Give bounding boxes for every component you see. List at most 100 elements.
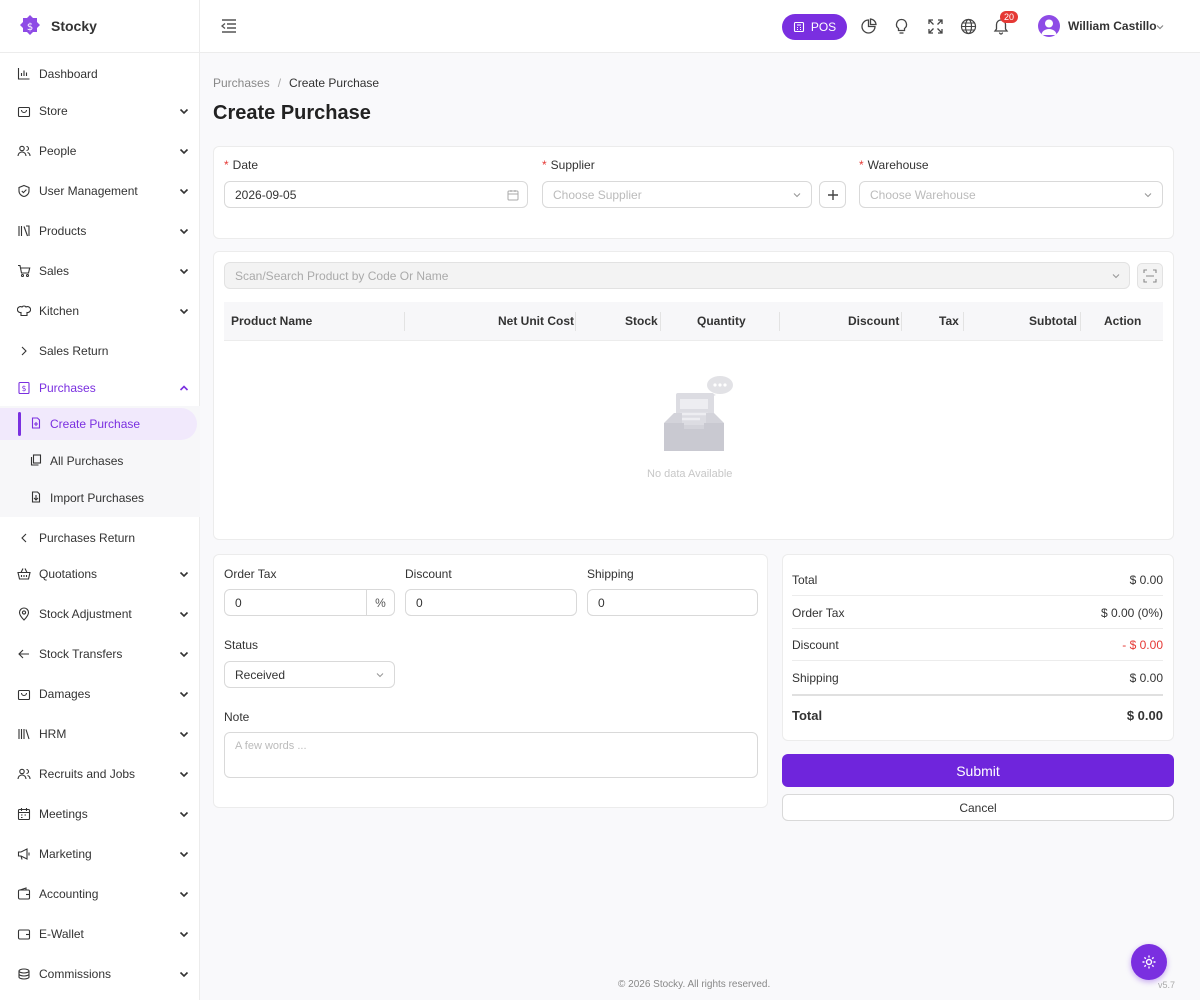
sidebar-item-label: Purchases (39, 381, 96, 395)
file-import-icon (30, 490, 42, 506)
supplier-placeholder: Choose Supplier (553, 187, 642, 202)
footer-copyright: © 2026 Stocky. All rights reserved. (618, 979, 771, 990)
damage-bag-icon (17, 687, 31, 701)
discount-input[interactable]: 0 (405, 589, 577, 616)
fullscreen-icon[interactable] (926, 17, 944, 35)
copy-icon (30, 453, 42, 469)
sidebar-item-purchases-return[interactable]: Purchases Return (0, 523, 200, 553)
warehouse-select[interactable]: Choose Warehouse (859, 181, 1163, 208)
menu-toggle-icon[interactable] (220, 18, 238, 34)
chevron-down-icon (1111, 270, 1121, 284)
sidebar-subitem-all-purchases[interactable]: All Purchases (0, 445, 197, 477)
col-action: Action (1104, 314, 1142, 328)
globe-icon[interactable] (959, 17, 977, 35)
date-label: * Date (224, 158, 259, 172)
sidebar-item-label: Sales (39, 264, 70, 278)
breadcrumb-separator: / (277, 76, 282, 90)
sidebar-item-hrm[interactable]: HRM (0, 719, 200, 749)
chef-hat-icon (17, 304, 31, 318)
e-wallet-icon (17, 927, 31, 941)
sidebar-item-marketing[interactable]: Marketing (0, 839, 200, 869)
note-placeholder: A few words ... (235, 740, 307, 752)
pie-chart-icon[interactable] (859, 17, 877, 35)
sidebar-item-sales[interactable]: Sales (0, 256, 200, 286)
sidebar-subitem-create-purchase[interactable]: Create Purchase (0, 408, 197, 440)
top-header: POS 20 William Castillo (200, 0, 1200, 53)
sidebar-item-damages[interactable]: Damages (0, 679, 200, 709)
brand[interactable]: $ Stocky (0, 0, 199, 53)
sidebar-item-stock-adjustment[interactable]: Stock Adjustment (0, 599, 200, 629)
summary-label: Total (792, 707, 823, 723)
sidebar-item-quotations[interactable]: Quotations (0, 559, 200, 589)
sidebar-subitem-import-purchases[interactable]: Import Purchases (0, 482, 197, 514)
summary-row-total: Total $ 0.00 (792, 564, 1163, 596)
sidebar-item-meetings[interactable]: Meetings (0, 799, 200, 829)
supplier-select[interactable]: Choose Supplier (542, 181, 812, 208)
chevron-up-icon (178, 382, 190, 394)
summary-value: $ 0.00 (0%) (1100, 605, 1163, 620)
sidebar-item-kitchen[interactable]: Kitchen (0, 296, 200, 326)
avatar[interactable] (1038, 15, 1060, 37)
sidebar-item-user-management[interactable]: User Management (0, 176, 200, 206)
column-divider (575, 312, 576, 331)
sidebar-item-label: Accounting (39, 887, 99, 901)
add-supplier-button[interactable] (819, 181, 846, 208)
purchase-receipt-icon: $ (17, 381, 31, 395)
discount-value: 0 (416, 595, 423, 610)
order-tax-input[interactable]: 0 % (224, 589, 395, 616)
breadcrumb-parent[interactable]: Purchases (213, 76, 270, 90)
sidebar-item-stock-transfers[interactable]: Stock Transfers (0, 639, 200, 669)
shipping-value: 0 (598, 595, 605, 610)
summary-value: $ 0.00 (1129, 671, 1163, 685)
date-input[interactable]: 2026-09-05 (224, 181, 528, 208)
shipping-input[interactable]: 0 (587, 589, 758, 616)
summary-label: Discount (792, 637, 839, 652)
status-select[interactable]: Received (224, 661, 395, 688)
pos-button[interactable]: POS (782, 14, 847, 40)
chevron-down-icon[interactable] (1155, 21, 1165, 31)
sidebar-item-label: Damages (39, 687, 91, 701)
user-name[interactable]: William Castillo (1068, 19, 1157, 33)
table-header: Product Name Net Unit Cost Stock Quantit… (224, 302, 1163, 341)
sidebar-item-accounting[interactable]: Accounting (0, 879, 200, 909)
status-value: Received (235, 667, 286, 682)
sidebar-item-people[interactable]: People (0, 136, 200, 166)
sidebar-item-label: Stock Transfers (39, 647, 123, 661)
chevron-down-icon (178, 105, 190, 117)
sidebar-item-label: Quotations (39, 567, 98, 581)
col-quantity: Quantity (697, 314, 746, 328)
column-divider (1080, 312, 1081, 331)
col-stock: Stock (625, 314, 658, 328)
sidebar-item-label: People (39, 144, 77, 158)
purchases-submenu: Create Purchase All Purchases Import Pur… (0, 406, 200, 517)
sidebar-item-dashboard[interactable]: Dashboard (0, 59, 200, 89)
sidebar-item-sales-return[interactable]: Sales Return (0, 336, 200, 366)
sidebar-item-products[interactable]: Products (0, 216, 200, 246)
settings-button[interactable] (1131, 944, 1167, 980)
sidebar-item-e-wallet[interactable]: E-Wallet (0, 919, 200, 949)
sidebar-item-label: E-Wallet (39, 927, 84, 941)
calendar-icon[interactable] (507, 189, 519, 201)
warehouse-label: * Warehouse (859, 158, 929, 172)
chevron-down-icon (178, 808, 190, 820)
note-textarea[interactable]: A few words ... (224, 732, 758, 778)
product-search-input[interactable]: Scan/Search Product by Code Or Name (224, 262, 1130, 289)
sidebar-item-label: Products (39, 224, 87, 238)
summary-value: - $ 0.00 (1122, 637, 1163, 652)
sidebar-item-recruits-and-jobs[interactable]: Recruits and Jobs (0, 759, 200, 789)
cancel-button[interactable]: Cancel (782, 794, 1174, 821)
chevron-down-icon (791, 189, 803, 201)
barcode-scan-button[interactable] (1137, 263, 1163, 289)
sidebar-item-store[interactable]: Store (0, 96, 200, 126)
col-tax: Tax (939, 314, 959, 328)
col-subtotal: Subtotal (1029, 314, 1077, 328)
gear-icon (1142, 955, 1156, 969)
sidebar-item-purchases[interactable]: $ Purchases (0, 373, 200, 403)
chevron-down-icon (178, 305, 190, 317)
submit-button[interactable]: Submit (782, 754, 1174, 787)
sidebar-item-label: Recruits and Jobs (39, 767, 136, 781)
sidebar-item-commissions[interactable]: Commissions (0, 959, 200, 989)
lightbulb-icon[interactable] (892, 17, 910, 35)
notification-badge: 20 (1000, 11, 1019, 23)
chevron-down-icon (178, 848, 190, 860)
